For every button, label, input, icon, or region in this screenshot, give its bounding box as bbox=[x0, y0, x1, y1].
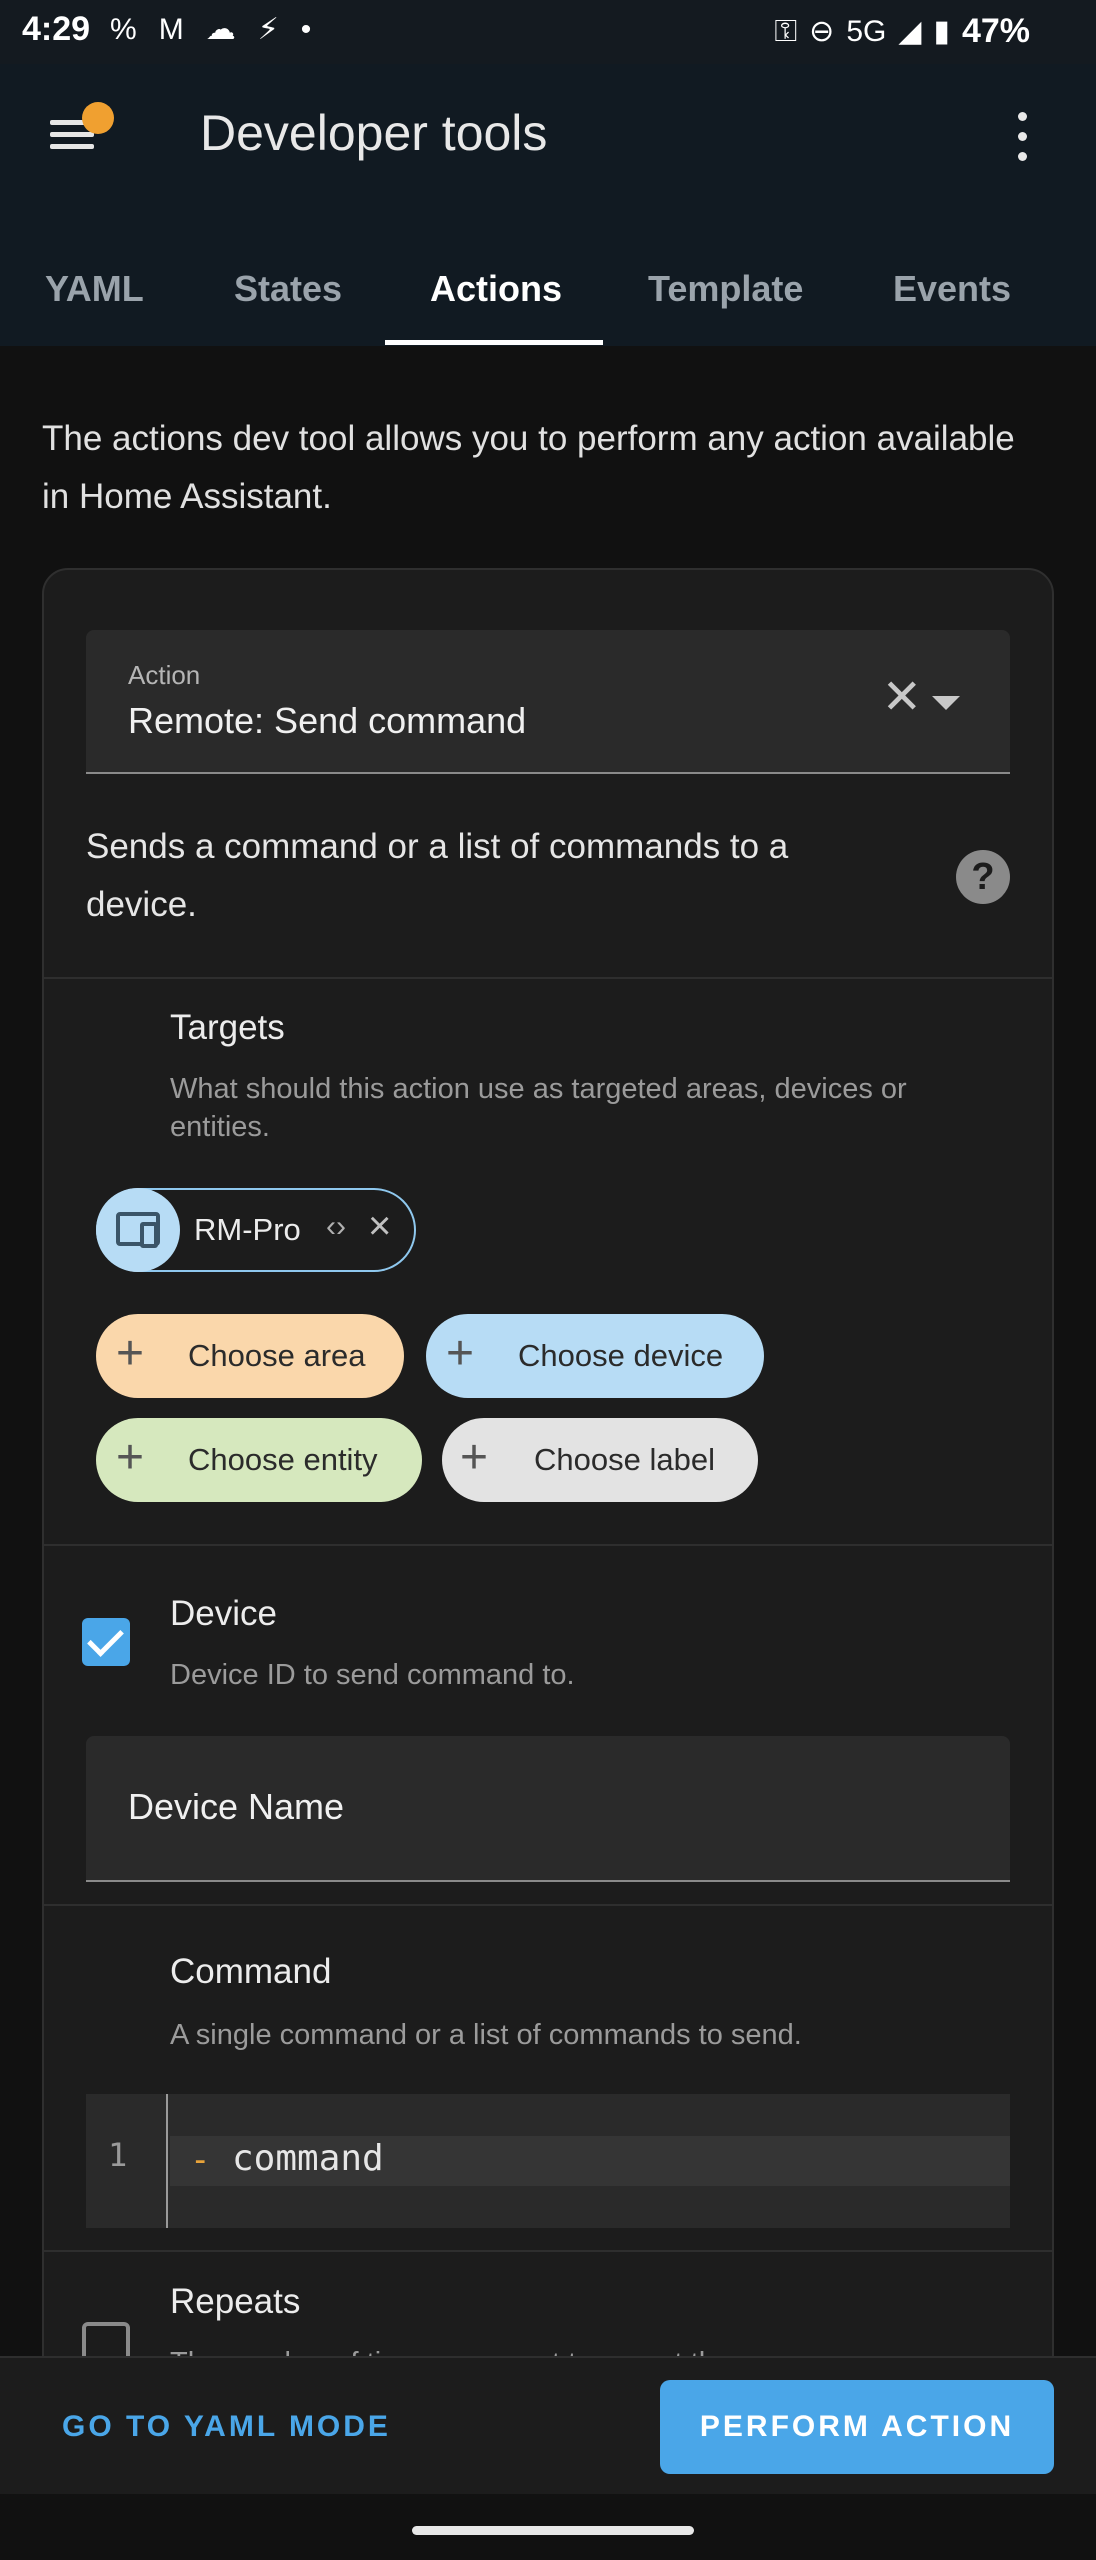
device-checkbox[interactable] bbox=[82, 1618, 130, 1666]
choose-device-label: Choose device bbox=[518, 1338, 724, 1373]
choose-device-button[interactable]: + Choose device bbox=[426, 1314, 764, 1398]
choose-entity-button[interactable]: + Choose entity bbox=[96, 1418, 422, 1502]
tab-yaml[interactable]: YAML bbox=[45, 268, 144, 310]
notification-icons: % M ☁ ⚡ • bbox=[110, 12, 311, 47]
expand-icon[interactable]: ‹› bbox=[326, 1210, 346, 1244]
home-indicator[interactable] bbox=[412, 2526, 694, 2535]
page-title: Developer tools bbox=[200, 105, 548, 161]
perform-action-button[interactable]: PERFORM ACTION bbox=[660, 2380, 1054, 2474]
close-icon[interactable]: × bbox=[368, 1204, 391, 1249]
targets-description: What should this action use as targeted … bbox=[170, 1073, 907, 1143]
hamburger-line bbox=[50, 144, 94, 149]
kebab-dot bbox=[1018, 132, 1027, 141]
kebab-dot bbox=[1018, 112, 1027, 121]
action-description: Sends a command or a list of commands to… bbox=[86, 827, 789, 924]
gmail-icon: M bbox=[158, 12, 184, 46]
battery-icon: ▮ bbox=[933, 15, 950, 48]
command-code-editor[interactable]: 1 - command bbox=[86, 2094, 1010, 2228]
dot-icon: • bbox=[300, 12, 312, 46]
line-number: 1 bbox=[108, 2136, 128, 2174]
choose-area-label: Choose area bbox=[188, 1338, 366, 1373]
tab-bar: YAML States Actions Template Events bbox=[0, 244, 1096, 346]
status-bar: 4:29 % M ☁ ⚡ • ⚿ ⊖ 5G ◢ ▮ 47% bbox=[0, 0, 1096, 64]
status-time: 4:29 bbox=[22, 10, 91, 48]
cloud-icon: ☁ bbox=[205, 13, 236, 46]
hamburger-line bbox=[50, 132, 94, 137]
action-field-label: Action bbox=[128, 660, 201, 690]
network-label: 5G bbox=[846, 14, 887, 48]
target-chip-rm-pro[interactable]: RM-Pro ‹› × bbox=[96, 1188, 416, 1272]
dnd-icon: ⊖ bbox=[809, 15, 835, 48]
gesture-nav-bar bbox=[0, 2494, 1096, 2560]
plus-icon: + bbox=[446, 1327, 475, 1380]
targets-title: Targets bbox=[170, 1008, 285, 1047]
app-bar: Developer tools YAML States Actions Temp… bbox=[0, 64, 1096, 346]
code-line: command bbox=[232, 2138, 384, 2179]
percent-icon: % bbox=[110, 12, 137, 46]
tab-states[interactable]: States bbox=[234, 268, 342, 310]
yaml-dash: - bbox=[190, 2140, 211, 2180]
command-description: A single command or a list of commands t… bbox=[170, 2019, 802, 2051]
choose-entity-label: Choose entity bbox=[188, 1442, 378, 1477]
repeats-title: Repeats bbox=[170, 2282, 301, 2321]
bolt-icon: ⚡ bbox=[257, 13, 279, 46]
action-field-value: Remote: Send command bbox=[128, 700, 527, 741]
system-icons: ⚿ ⊖ 5G ◢ ▮ 47% bbox=[774, 12, 1030, 51]
go-to-yaml-mode-button[interactable]: GO TO YAML MODE bbox=[62, 2410, 391, 2444]
device-description: Device ID to send command to. bbox=[170, 1659, 575, 1691]
notification-dot bbox=[82, 102, 114, 134]
tab-events[interactable]: Events bbox=[893, 268, 1011, 310]
device-name-placeholder: Device Name bbox=[128, 1786, 345, 1827]
help-icon[interactable]: ? bbox=[956, 850, 1010, 904]
divider bbox=[44, 977, 1052, 979]
plus-icon: + bbox=[460, 1431, 489, 1484]
device-icon-remote bbox=[140, 1222, 158, 1248]
intro-text: The actions dev tool allows you to perfo… bbox=[42, 419, 1015, 516]
active-tab-indicator bbox=[385, 340, 603, 345]
divider bbox=[44, 1904, 1052, 1906]
choose-area-button[interactable]: + Choose area bbox=[96, 1314, 404, 1398]
kebab-dot bbox=[1018, 152, 1027, 161]
signal-icon: ◢ bbox=[898, 15, 922, 48]
remote-device-icon bbox=[96, 1188, 180, 1272]
device-name-input[interactable]: Device Name bbox=[86, 1736, 1010, 1882]
plus-icon: + bbox=[116, 1431, 145, 1484]
vpn-key-icon: ⚿ bbox=[774, 14, 798, 48]
clear-icon[interactable]: ✕ bbox=[882, 674, 922, 722]
tab-actions[interactable]: Actions bbox=[430, 268, 562, 310]
bottom-action-bar: GO TO YAML MODE PERFORM ACTION bbox=[0, 2356, 1096, 2494]
choose-label-label: Choose label bbox=[534, 1442, 715, 1477]
command-title: Command bbox=[170, 1952, 332, 1991]
more-options-icon[interactable] bbox=[1010, 112, 1034, 164]
chevron-down-icon[interactable] bbox=[932, 696, 960, 710]
menu-button[interactable] bbox=[40, 102, 114, 162]
device-title: Device bbox=[170, 1594, 277, 1633]
divider bbox=[44, 1544, 1052, 1546]
battery-percent: 47% bbox=[961, 12, 1030, 50]
plus-icon: + bbox=[116, 1327, 145, 1380]
divider bbox=[44, 2250, 1052, 2252]
choose-label-button[interactable]: + Choose label bbox=[442, 1418, 758, 1502]
tab-template[interactable]: Template bbox=[648, 268, 803, 310]
line-gutter: 1 bbox=[86, 2094, 168, 2228]
target-chip-label: RM-Pro bbox=[194, 1212, 301, 1247]
action-select[interactable]: Action Remote: Send command ✕ bbox=[86, 630, 1010, 774]
